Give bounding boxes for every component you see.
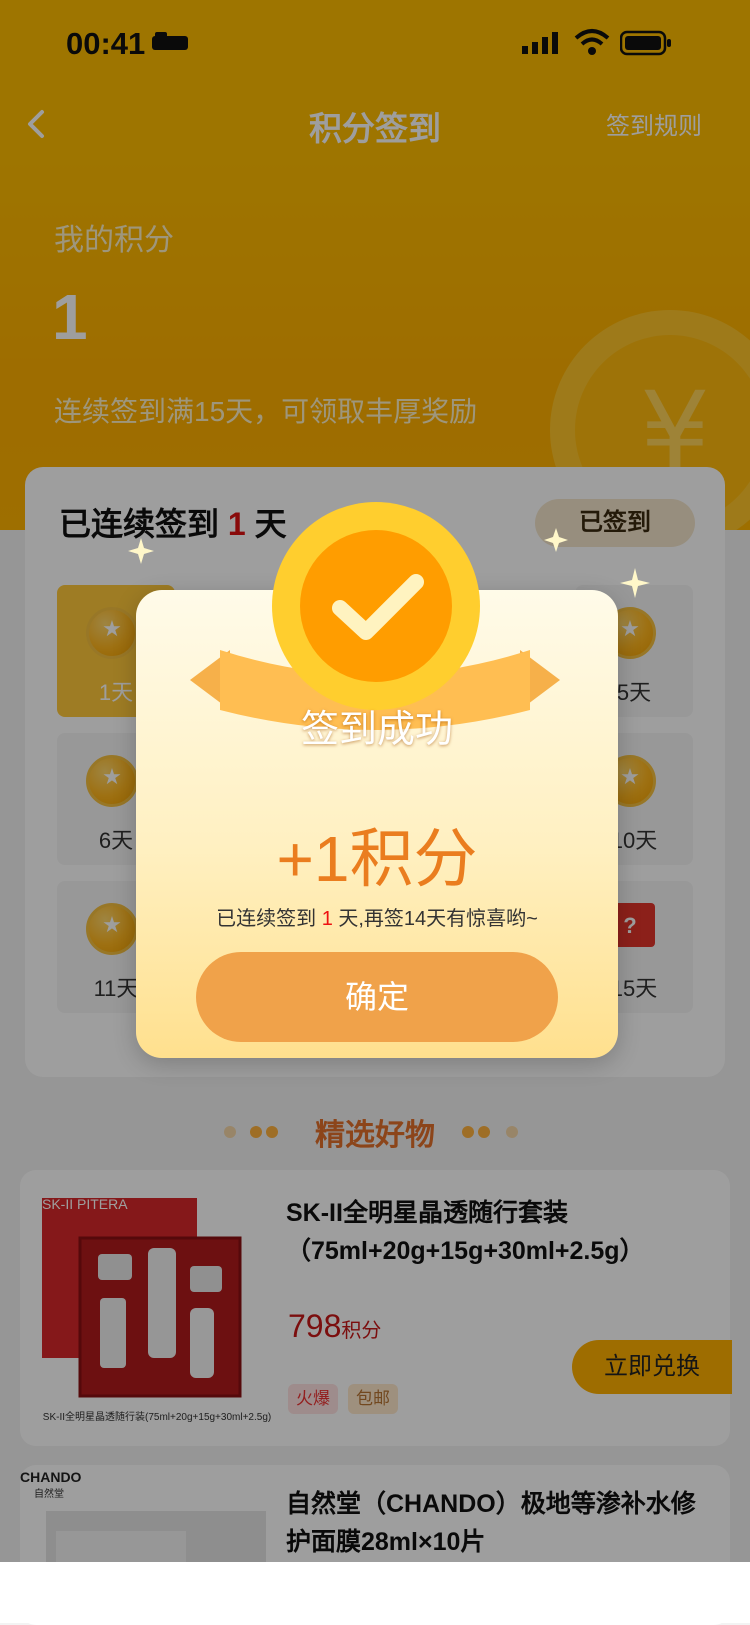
streak-count: 1 (321, 908, 333, 930)
success-title-overlay: 签到成功 (300, 709, 453, 751)
bottom-area (0, 1562, 750, 1623)
sparkle-icon (620, 568, 650, 598)
streak-message: 已连续签到 1 天,再签14天有惊喜哟~ (136, 902, 618, 931)
success-check-medal-icon (272, 502, 480, 710)
streak-prefix: 已连续签到 (216, 908, 317, 930)
streak-suffix: 天,再签14天有惊喜哟~ (338, 908, 538, 930)
confirm-button[interactable]: 确定 (196, 952, 558, 1042)
sparkle-icon (544, 528, 568, 552)
points-gain: +1积分 (276, 823, 478, 895)
sparkle-icon (128, 538, 154, 564)
